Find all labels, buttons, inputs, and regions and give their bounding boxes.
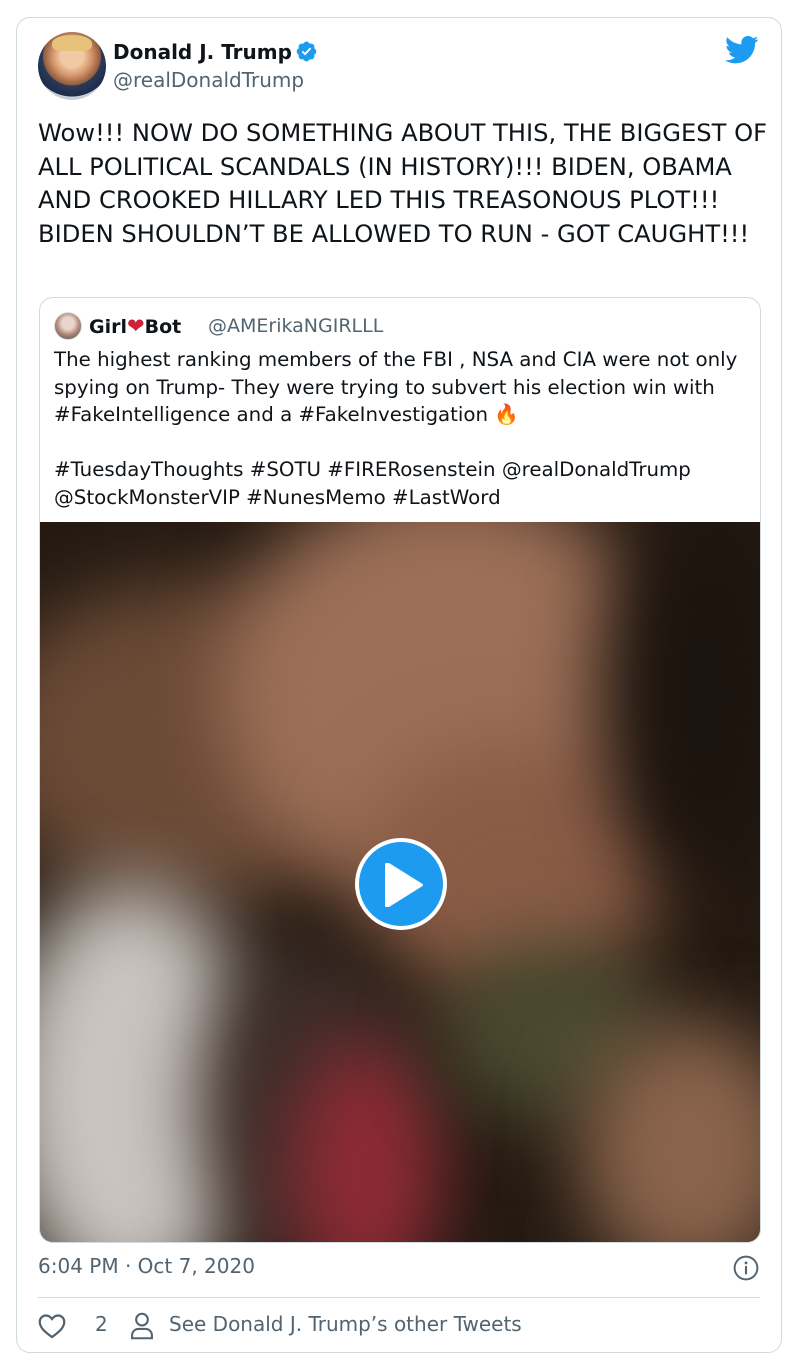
twitter-bird-icon[interactable]	[725, 35, 759, 65]
info-icon[interactable]	[733, 1255, 759, 1281]
quoted-tweet-text: The highest ranking members of the FBI ,…	[54, 348, 738, 509]
quoted-author-handle[interactable]: @AMErikaNGIRLLL	[208, 315, 383, 337]
quoted-author-name[interactable]: Girl❤Bot	[89, 314, 181, 338]
quoted-tweet[interactable]: Girl❤Bot @AMErikaNGIRLLL The highest ran…	[39, 297, 761, 1243]
tweet-timestamp[interactable]: 6:04 PM · Oct 7, 2020	[38, 1254, 255, 1278]
other-tweets-link[interactable]: See Donald J. Trump’s other Tweets	[169, 1312, 522, 1336]
author-avatar[interactable]	[38, 32, 106, 100]
like-count[interactable]: 2	[95, 1312, 108, 1336]
play-icon	[385, 863, 423, 907]
heart-emoji: ❤	[127, 314, 145, 338]
video-thumbnail[interactable]	[40, 522, 760, 1242]
embedded-tweet-card: Donald J. Trump @realDonaldTrump Wow!!! …	[16, 17, 782, 1353]
play-button[interactable]	[355, 838, 447, 930]
tweet-text: Wow!!! NOW DO SOMETHING ABOUT THIS, THE …	[38, 119, 768, 248]
fire-emoji: 🔥	[494, 403, 519, 426]
person-icon[interactable]	[130, 1312, 154, 1340]
heart-outline-icon[interactable]	[38, 1313, 66, 1339]
verified-badge-icon	[296, 41, 317, 62]
quoted-hashtags[interactable]: #TuesdayThoughts #SOTU #FIRERosenstein @…	[54, 458, 691, 509]
divider	[38, 1297, 760, 1298]
author-name[interactable]: Donald J. Trump	[113, 40, 318, 64]
author-handle[interactable]: @realDonaldTrump	[113, 68, 304, 92]
quoted-author-avatar[interactable]	[54, 312, 82, 340]
